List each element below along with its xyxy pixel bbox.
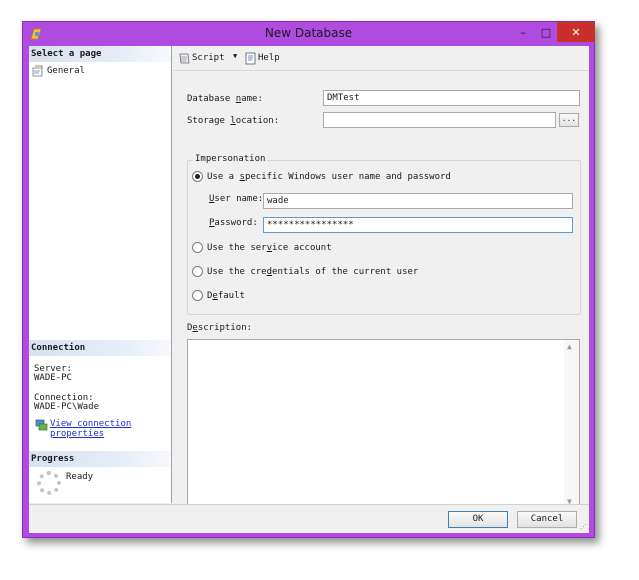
view-link-line1[interactable]: View connection [50, 419, 131, 429]
storage-location-label-post: ocation: [235, 116, 280, 126]
storage-location-label-pre: Storage [187, 116, 231, 126]
radio-service-button[interactable] [192, 242, 203, 253]
progress-spinner-icon [37, 471, 61, 495]
ok-button[interactable]: OK [448, 511, 508, 528]
database-name-label-pre: Database [187, 94, 236, 104]
scroll-up-arrow-icon[interactable]: ▲ [567, 342, 572, 351]
browse-button[interactable]: ... [559, 113, 579, 127]
new-database-window: New Database – □ ✕ Select a page General… [22, 21, 595, 538]
right-panel: Script ▼ Help Database name: DMTest Stor… [173, 46, 589, 509]
toolbar: Script ▼ Help [173, 46, 589, 71]
storage-location-label: Storage location: [187, 116, 279, 126]
storage-location-input[interactable] [323, 112, 556, 128]
left-panel: Select a page General Connection Server:… [29, 46, 172, 503]
password-input[interactable]: **************** [263, 217, 573, 233]
radio-service-label: Use the service account [207, 243, 332, 253]
view-link-line2[interactable]: properties [50, 429, 131, 439]
window-title: New Database [264, 26, 353, 40]
radio-default-button[interactable] [192, 290, 203, 301]
impersonation-heading: Impersonation [193, 154, 268, 164]
description-label-post: scription: [197, 323, 253, 333]
close-icon: ✕ [571, 25, 581, 39]
database-name-label: Database name: [187, 94, 263, 104]
radio-current-user-credentials[interactable]: Use the credentials of the current user [192, 266, 418, 277]
connection-properties-icon [35, 419, 48, 431]
title-bar[interactable]: New Database – □ ✕ [23, 22, 595, 46]
radio-default-label: Default [207, 291, 245, 301]
maximize-button[interactable]: □ [535, 22, 557, 42]
radio-specific-label-pre: Use a [207, 171, 240, 182]
minimize-button[interactable]: – [511, 22, 535, 42]
maximize-icon: □ [540, 25, 552, 39]
description-textarea[interactable]: ▲ ▼ [187, 339, 580, 509]
user-name-input[interactable]: wade [263, 193, 573, 209]
script-label: Script [192, 53, 225, 63]
script-dropdown-arrow-icon[interactable]: ▼ [233, 52, 237, 60]
help-icon [244, 52, 256, 65]
radio-specific-label-post: pecific Windows user name and password [244, 171, 451, 182]
database-name-label-post: ame: [241, 94, 263, 104]
help-label: Help [258, 53, 280, 63]
script-icon [178, 52, 190, 64]
progress-heading: Progress [29, 451, 171, 467]
password-label: Password: [209, 218, 258, 228]
password-label-post: assword: [214, 218, 258, 228]
user-name-label: User name: [209, 194, 263, 204]
progress-status: Ready [66, 472, 94, 482]
server-value: WADE-PC [34, 373, 72, 383]
resize-grip-icon[interactable]: ⋰ [580, 523, 587, 531]
radio-credentials-label-post: entials of the current user [272, 266, 419, 277]
connection-value: WADE-PC\Wade [34, 402, 100, 412]
database-name-input[interactable]: DMTest [323, 90, 580, 106]
impersonation-group [187, 160, 581, 315]
description-label: Description: [187, 323, 252, 333]
radio-selected-dot [195, 174, 200, 179]
radio-service-label-pre: Use the ser [207, 242, 267, 253]
page-item-label: General [47, 66, 85, 76]
description-scrollbar[interactable]: ▲ ▼ [564, 340, 579, 508]
select-page-heading: Select a page [29, 46, 171, 62]
radio-credentials-label-pre: Use the cre [207, 266, 267, 277]
cancel-button[interactable]: Cancel [517, 511, 577, 528]
view-connection-properties-link[interactable]: View connection properties [35, 419, 131, 439]
radio-specific-label: Use a specific Windows user name and pas… [207, 172, 451, 182]
radio-credentials-label: Use the credentials of the current user [207, 267, 418, 277]
radio-specific-user[interactable]: Use a specific Windows user name and pas… [192, 171, 451, 182]
button-bar: OK Cancel ⋰ [29, 504, 589, 533]
minimize-icon: – [520, 25, 526, 39]
radio-specific-button[interactable] [192, 171, 203, 182]
radio-default-label-post: fault [217, 290, 245, 301]
dialog-client-area: Select a page General Connection Server:… [29, 46, 589, 533]
radio-credentials-button[interactable] [192, 266, 203, 277]
connection-heading: Connection [29, 340, 171, 356]
script-button[interactable]: Script [178, 52, 225, 64]
radio-service-label-post: ice account [272, 242, 332, 253]
close-button[interactable]: ✕ [557, 22, 595, 42]
help-button[interactable]: Help [244, 52, 280, 65]
page-item-general[interactable]: General [32, 65, 85, 77]
radio-service-account[interactable]: Use the service account [192, 242, 332, 253]
page-icon [32, 65, 44, 77]
radio-default[interactable]: Default [192, 290, 245, 301]
user-name-label-post: ser name: [214, 194, 264, 204]
